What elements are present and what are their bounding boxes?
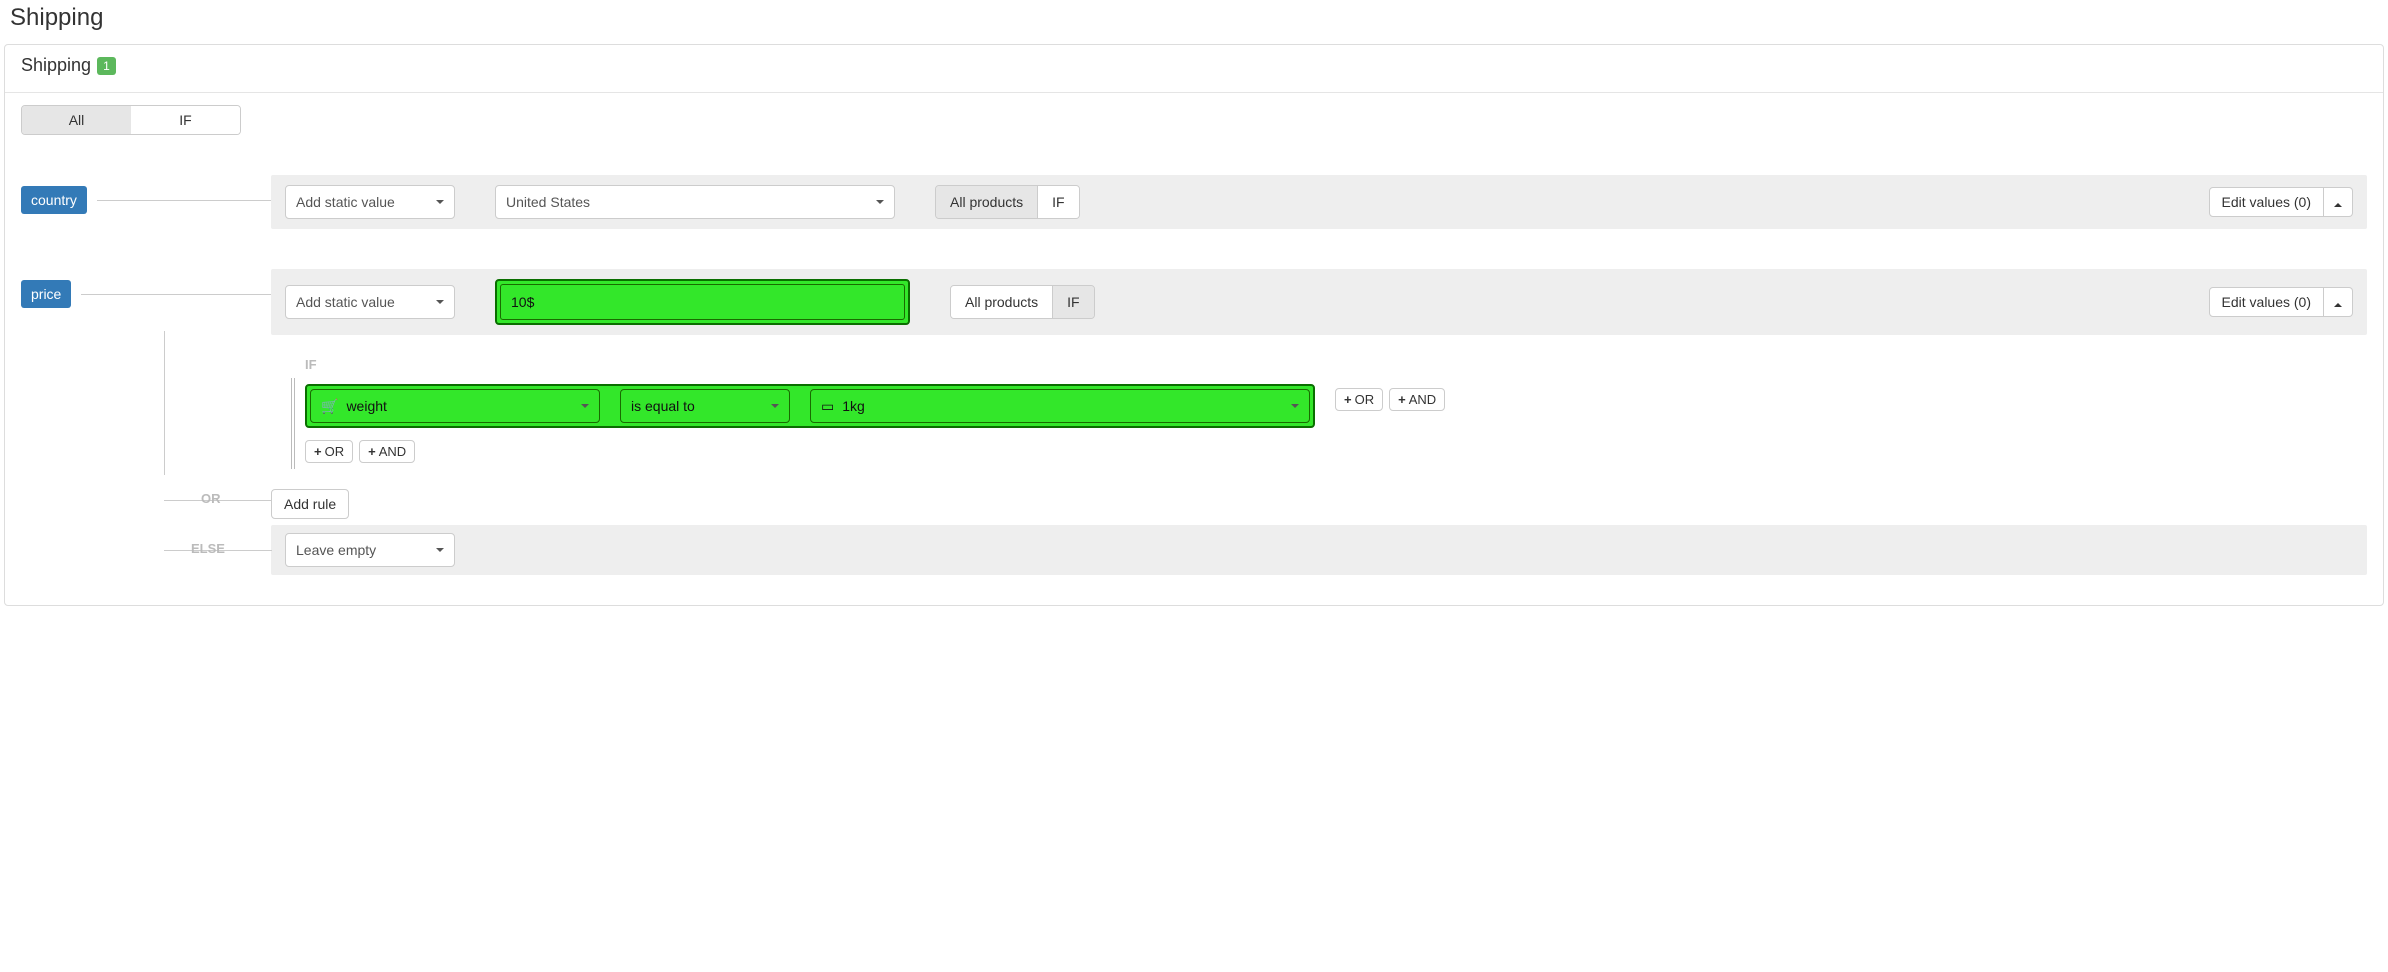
chevron-down-icon xyxy=(436,548,444,552)
or-branch-label: OR xyxy=(201,491,2107,506)
rules-count-badge: 1 xyxy=(97,57,116,75)
dropdown-label: Leave empty xyxy=(296,542,376,558)
collapse-button[interactable] xyxy=(2324,187,2353,217)
highlight-condition: 🛒 weight is equal to xyxy=(305,384,1315,428)
price-value-input[interactable]: 10$ xyxy=(500,284,905,320)
edit-values-button[interactable]: Edit values (0) xyxy=(2209,287,2324,317)
tab-if[interactable]: IF xyxy=(131,106,240,134)
price-add-static-dropdown[interactable]: Add static value xyxy=(285,285,455,319)
scope-all-products[interactable]: All products xyxy=(951,286,1053,318)
dropdown-label: United States xyxy=(506,194,590,210)
dropdown-label: is equal to xyxy=(631,398,695,414)
if-label: IF xyxy=(305,357,2367,372)
chevron-down-icon xyxy=(1291,404,1299,408)
page-title: Shipping xyxy=(0,0,2388,38)
panel-header: Shipping 1 xyxy=(5,45,2383,93)
country-rule-block: Add static value United States All produ… xyxy=(271,175,2367,229)
chevron-down-icon xyxy=(581,404,589,408)
value-text: 10$ xyxy=(511,294,534,310)
country-scope-toggle[interactable]: All products IF xyxy=(935,185,1080,219)
cond-operator-select[interactable]: is equal to xyxy=(620,389,790,423)
cond-value-select[interactable]: ▭ 1kg xyxy=(810,389,1310,423)
edit-values-button[interactable]: Edit values (0) xyxy=(2209,187,2324,217)
outer-add-and-button[interactable]: +AND xyxy=(1389,388,1445,411)
chevron-down-icon xyxy=(436,200,444,204)
scope-if[interactable]: IF xyxy=(1053,286,1093,318)
else-branch-label: ELSE xyxy=(191,541,2107,556)
chevron-down-icon xyxy=(771,404,779,408)
dropdown-label: Add static value xyxy=(296,194,395,210)
tab-all[interactable]: All xyxy=(22,106,131,134)
scope-all-products[interactable]: All products xyxy=(936,186,1038,218)
chevron-down-icon xyxy=(876,200,884,204)
chevron-down-icon xyxy=(436,300,444,304)
caret-up-icon xyxy=(2334,303,2342,307)
rules-panel: Shipping 1 All IF country Add static val… xyxy=(4,44,2384,606)
caret-up-icon xyxy=(2334,203,2342,207)
cond-field-select[interactable]: 🛒 weight xyxy=(310,389,600,423)
country-value-select[interactable]: United States xyxy=(495,185,895,219)
dropdown-label: Add static value xyxy=(296,294,395,310)
field-tag-country[interactable]: country xyxy=(21,186,87,214)
inner-add-or-button[interactable]: +OR xyxy=(305,440,353,463)
else-action-dropdown[interactable]: Leave empty xyxy=(285,533,455,567)
text-icon: ▭ xyxy=(821,398,834,415)
price-rule-block: Add static value 10$ All products IF xyxy=(271,269,2367,335)
highlight-value: 10$ xyxy=(495,279,910,325)
country-add-static-dropdown[interactable]: Add static value xyxy=(285,185,455,219)
inner-add-and-button[interactable]: +AND xyxy=(359,440,415,463)
cart-icon: 🛒 xyxy=(321,398,338,415)
scope-if[interactable]: IF xyxy=(1038,186,1078,218)
global-scope-toggle[interactable]: All IF xyxy=(21,105,241,135)
dropdown-label: weight xyxy=(346,398,386,414)
price-scope-toggle[interactable]: All products IF xyxy=(950,285,1095,319)
outer-add-or-button[interactable]: +OR xyxy=(1335,388,1383,411)
field-tag-price[interactable]: price xyxy=(21,280,71,308)
collapse-button[interactable] xyxy=(2324,287,2353,317)
panel-title: Shipping xyxy=(21,55,91,76)
dropdown-label: 1kg xyxy=(842,398,865,414)
